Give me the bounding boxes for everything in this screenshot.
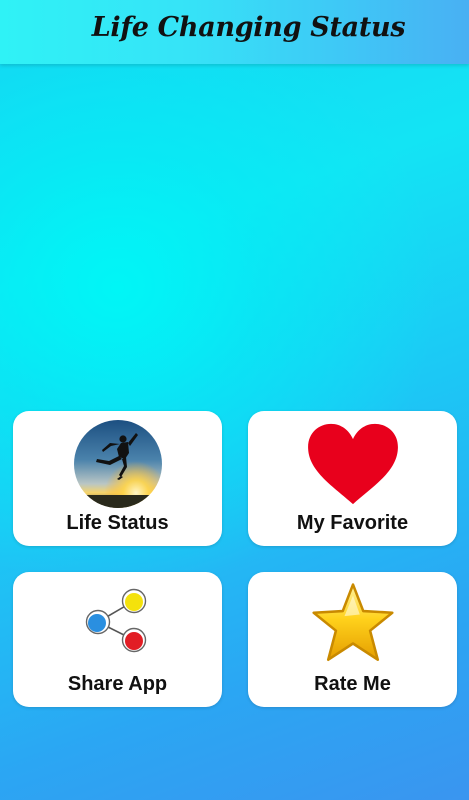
star-icon: [310, 582, 396, 664]
app-title: Life Changing Status: [91, 12, 406, 43]
jumping-person-sunset-icon: [73, 419, 163, 509]
life-status-button[interactable]: Life Status: [13, 411, 222, 546]
share-icon: [78, 582, 158, 662]
heart-icon: [305, 422, 401, 506]
rate-me-button[interactable]: Rate Me: [248, 572, 457, 707]
share-app-label: Share App: [67, 673, 168, 695]
share-app-button[interactable]: Share App: [13, 572, 222, 707]
life-status-label: Life Status: [66, 512, 169, 534]
my-favorite-label: My Favorite: [296, 512, 409, 534]
my-favorite-button[interactable]: My Favorite: [248, 411, 457, 546]
rate-me-label: Rate Me: [314, 673, 391, 695]
app-bar: Life Changing Status: [0, 0, 469, 64]
